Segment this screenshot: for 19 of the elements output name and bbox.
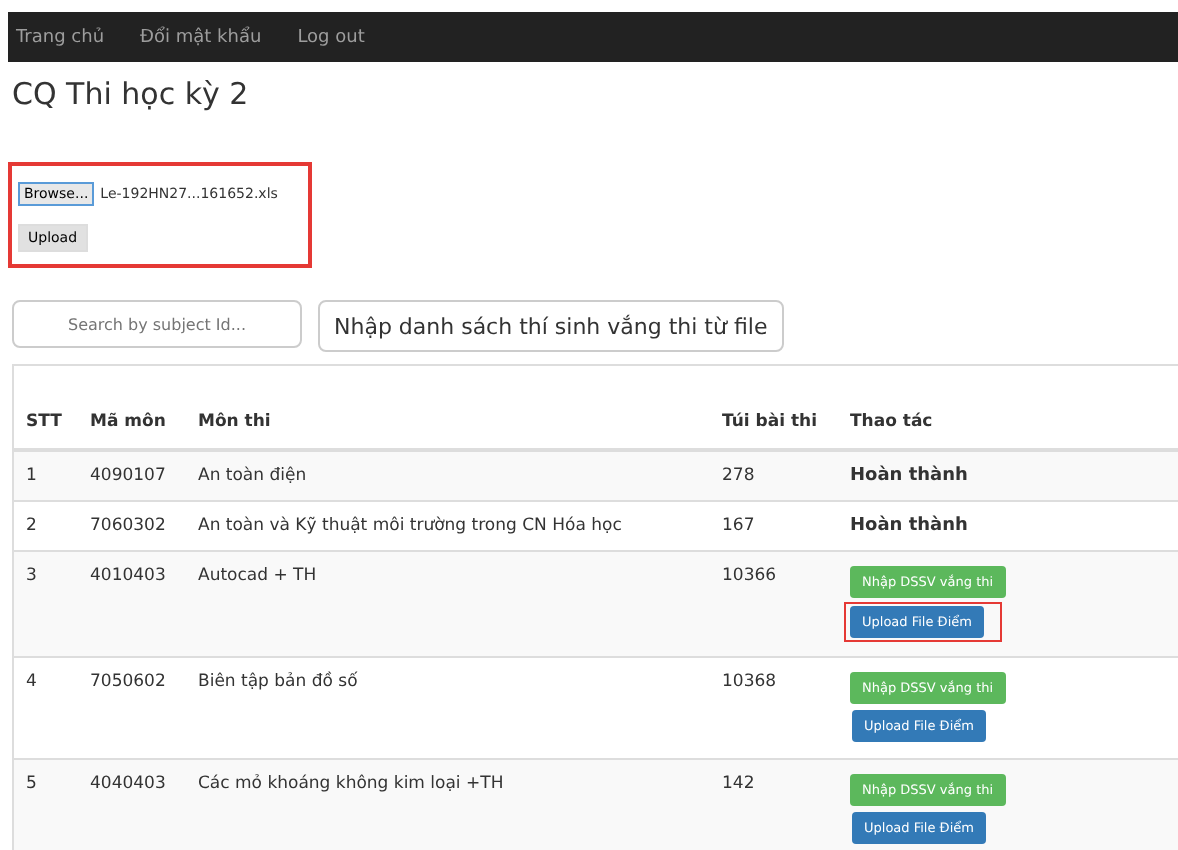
- table-cell: 1: [13, 450, 78, 501]
- table-cell: 4040403: [78, 759, 186, 850]
- table-cell: Các mỏ khoáng không kim loại +TH: [186, 759, 710, 850]
- page-title: CQ Thi học kỳ 2: [12, 76, 251, 116]
- nav-link[interactable]: Đổi mật khẩu: [136, 27, 266, 47]
- table-cell: 4090107: [78, 450, 186, 501]
- nav-link[interactable]: Trang chủ: [12, 27, 109, 47]
- table-cell: An toàn điện: [186, 450, 710, 501]
- table-cell: 4010403: [78, 551, 186, 657]
- table-cell: 5: [13, 759, 78, 850]
- table-cell: 10366: [710, 551, 838, 657]
- status-text: Hoàn thành: [838, 450, 1178, 501]
- table-cell: 142: [710, 759, 838, 850]
- table-cell: Autocad + TH: [186, 551, 710, 657]
- table-cell: 3: [13, 551, 78, 657]
- search-field[interactable]: Search by subject Id...: [12, 300, 302, 348]
- table-cell: 278: [710, 450, 838, 501]
- import-button[interactable]: Nhập danh sách thí sinh vắng thi từ file: [318, 300, 784, 352]
- nav-link[interactable]: Log out: [293, 27, 369, 47]
